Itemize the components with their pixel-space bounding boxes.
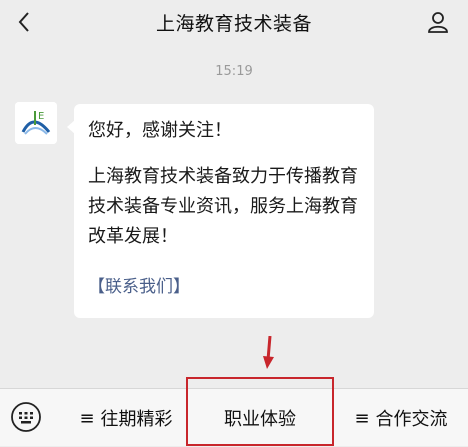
message-greeting: 您好，感谢关注！ xyxy=(88,120,232,141)
menu-item-cooperation[interactable]: ≡ 合作交流 xyxy=(336,389,466,447)
menu-item-label: 往期精彩 xyxy=(100,409,173,430)
menu-bar: ≡ 往期精彩 职业体验 ≡ 合作交流 xyxy=(0,388,468,446)
menu-list-icon: ≡ xyxy=(79,407,95,429)
keyboard-icon[interactable] xyxy=(10,401,42,433)
person-icon xyxy=(428,12,448,33)
menu-item-past-highlights[interactable]: ≡ 往期精彩 xyxy=(70,389,182,447)
menu-item-career-experience[interactable]: 职业体验 xyxy=(186,389,334,447)
message-bubble: 您好，感谢关注！ 上海教育技术装备致力于传播教育技术装备专业资讯，服务上海教育改… xyxy=(67,104,374,318)
menu-item-label: 职业体验 xyxy=(224,409,296,430)
message-body: 上海教育技术装备致力于传播教育技术装备专业资讯，服务上海教育改革发展！ xyxy=(88,166,358,247)
menu-list-icon: ≡ xyxy=(354,407,370,429)
menu-item-label: 合作交流 xyxy=(375,409,448,430)
chevron-left-icon xyxy=(18,12,29,32)
message-timestamp: 15:19 xyxy=(215,64,253,79)
contact-us-link[interactable]: 【联系我们】 xyxy=(88,272,190,297)
back-button[interactable] xyxy=(10,8,38,36)
header-bar: 上海教育技术装备 xyxy=(0,0,468,44)
down-arrow-annotation xyxy=(263,336,274,369)
avatar[interactable]: E xyxy=(15,102,57,144)
logo-letter: E xyxy=(38,111,44,122)
page-title: 上海教育技术装备 xyxy=(155,12,312,35)
logo-icon: E xyxy=(15,102,57,144)
profile-button[interactable] xyxy=(424,8,452,36)
